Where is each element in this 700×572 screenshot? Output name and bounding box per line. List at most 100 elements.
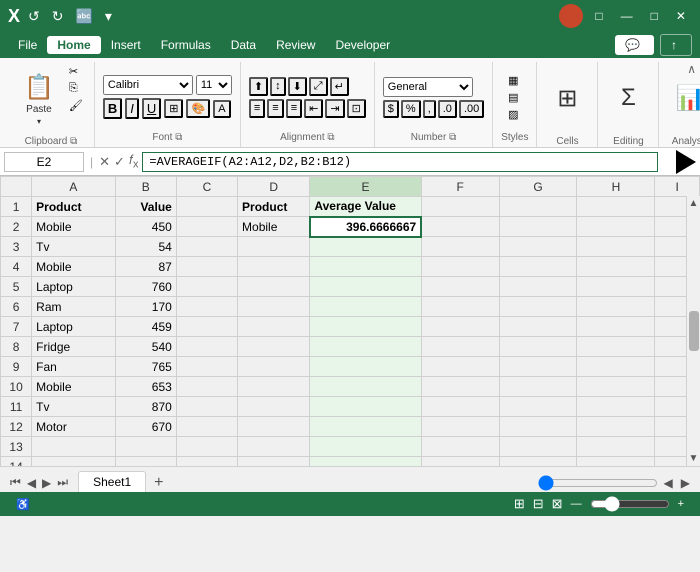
font-size-select[interactable]: 11	[196, 75, 232, 95]
cell-D9[interactable]	[238, 357, 310, 377]
cell-C14[interactable]	[176, 457, 237, 467]
share-button[interactable]: ↑	[660, 34, 692, 56]
increase-decimal-button[interactable]: .00	[459, 100, 484, 118]
minimize-button[interactable]: —	[615, 7, 639, 25]
align-center-button[interactable]: ≡	[267, 99, 283, 118]
cell-G2[interactable]	[499, 217, 577, 237]
cell-C13[interactable]	[176, 437, 237, 457]
page-break-button[interactable]: ⊠	[552, 496, 563, 512]
cell-A1[interactable]: Product	[32, 197, 115, 217]
cell-D14[interactable]	[238, 457, 310, 467]
cell-C4[interactable]	[176, 257, 237, 277]
cell-A13[interactable]	[32, 437, 115, 457]
clipboard-expand-icon[interactable]: ⧉	[70, 136, 77, 147]
cell-F12[interactable]	[421, 417, 499, 437]
cell-F8[interactable]	[421, 337, 499, 357]
cell-H10[interactable]	[577, 377, 655, 397]
cell-B13[interactable]	[115, 437, 176, 457]
ribbon-expand-icon[interactable]: ∧	[687, 62, 696, 76]
cell-H5[interactable]	[577, 277, 655, 297]
cell-E11[interactable]	[310, 397, 421, 417]
menu-formulas[interactable]: Formulas	[151, 36, 221, 54]
cell-B8[interactable]: 540	[115, 337, 176, 357]
cell-D7[interactable]	[238, 317, 310, 337]
cell-D3[interactable]	[238, 237, 310, 257]
cell-E9[interactable]	[310, 357, 421, 377]
cell-D13[interactable]	[238, 437, 310, 457]
scroll-up-button[interactable]: ▲	[687, 196, 700, 211]
cell-F4[interactable]	[421, 257, 499, 277]
underline-button[interactable]: U	[142, 98, 161, 119]
close-button[interactable]: ✕	[670, 7, 692, 25]
cell-C3[interactable]	[176, 237, 237, 257]
insert-function-icon[interactable]: 𝑓x	[129, 152, 138, 171]
sheet-first-button[interactable]: ⏮	[8, 473, 23, 492]
maximize-button[interactable]: □	[645, 7, 664, 25]
menu-review[interactable]: Review	[266, 36, 325, 54]
hscroll-right-button[interactable]: ▶	[679, 474, 692, 492]
cell-E6[interactable]	[310, 297, 421, 317]
cell-C12[interactable]	[176, 417, 237, 437]
cell-A9[interactable]: Fan	[32, 357, 115, 377]
cell-B5[interactable]: 760	[115, 277, 176, 297]
cell-A10[interactable]: Mobile	[32, 377, 115, 397]
paste-button[interactable]: 📋 Paste ▾	[16, 64, 62, 134]
comments-button[interactable]: 💬	[615, 35, 654, 55]
col-header-I[interactable]: I	[655, 177, 700, 197]
cell-B10[interactable]: 653	[115, 377, 176, 397]
cell-H12[interactable]	[577, 417, 655, 437]
cell-C1[interactable]	[176, 197, 237, 217]
horizontal-scrollbar[interactable]	[538, 477, 658, 489]
hscroll-left-button[interactable]: ◀	[662, 474, 675, 492]
align-right-button[interactable]: ≡	[286, 99, 302, 118]
cell-G1[interactable]	[499, 197, 577, 217]
normal-view-button[interactable]: ⊞	[514, 496, 525, 512]
cell-H2[interactable]	[577, 217, 655, 237]
cell-reference-box[interactable]	[4, 152, 84, 172]
cell-A3[interactable]: Tv	[32, 237, 115, 257]
align-middle-button[interactable]: ↕	[270, 77, 286, 96]
cell-C11[interactable]	[176, 397, 237, 417]
col-header-C[interactable]: C	[176, 177, 237, 197]
cell-B14[interactable]	[115, 457, 176, 467]
cell-H4[interactable]	[577, 257, 655, 277]
cell-F13[interactable]	[421, 437, 499, 457]
cell-F3[interactable]	[421, 237, 499, 257]
cell-B2[interactable]: 450	[115, 217, 176, 237]
cell-E5[interactable]	[310, 277, 421, 297]
bold-button[interactable]: B	[103, 98, 122, 119]
cell-E3[interactable]	[310, 237, 421, 257]
cancel-formula-icon[interactable]: ✕	[99, 154, 110, 170]
cell-F1[interactable]	[421, 197, 499, 217]
cell-D4[interactable]	[238, 257, 310, 277]
sheet-prev-button[interactable]: ◀	[25, 474, 38, 492]
cell-styles-button[interactable]: ▨	[506, 107, 523, 122]
wrap-text-button[interactable]: ↵	[330, 77, 349, 96]
font-family-select[interactable]: Calibri	[103, 75, 193, 95]
sheet-tab-sheet1[interactable]: Sheet1	[78, 471, 146, 492]
cell-F2[interactable]	[421, 217, 499, 237]
font-expand-icon[interactable]: ⧉	[175, 132, 182, 143]
zoom-slider[interactable]	[590, 496, 670, 512]
cell-F9[interactable]	[421, 357, 499, 377]
qat-dropdown-button[interactable]: ▾	[101, 6, 116, 27]
editing-button[interactable]: Σ	[606, 64, 650, 134]
cut-button[interactable]: ✂	[66, 64, 86, 79]
format-as-table-button[interactable]: ▤	[506, 90, 523, 105]
redo-button[interactable]: ↻	[48, 6, 68, 27]
decrease-indent-button[interactable]: ⇤	[304, 99, 323, 118]
cell-C8[interactable]	[176, 337, 237, 357]
cell-D10[interactable]	[238, 377, 310, 397]
col-header-A[interactable]: A	[32, 177, 115, 197]
alignment-expand-icon[interactable]: ⧉	[327, 132, 334, 143]
user-avatar[interactable]	[559, 4, 583, 28]
cell-D6[interactable]	[238, 297, 310, 317]
menu-data[interactable]: Data	[221, 36, 266, 54]
cell-H13[interactable]	[577, 437, 655, 457]
cell-G12[interactable]	[499, 417, 577, 437]
number-format-select[interactable]: General	[383, 77, 473, 97]
cell-E2[interactable]: 396.6666667	[310, 217, 421, 237]
scroll-thumb[interactable]	[689, 311, 699, 351]
cell-G14[interactable]	[499, 457, 577, 467]
cell-A12[interactable]: Motor	[32, 417, 115, 437]
